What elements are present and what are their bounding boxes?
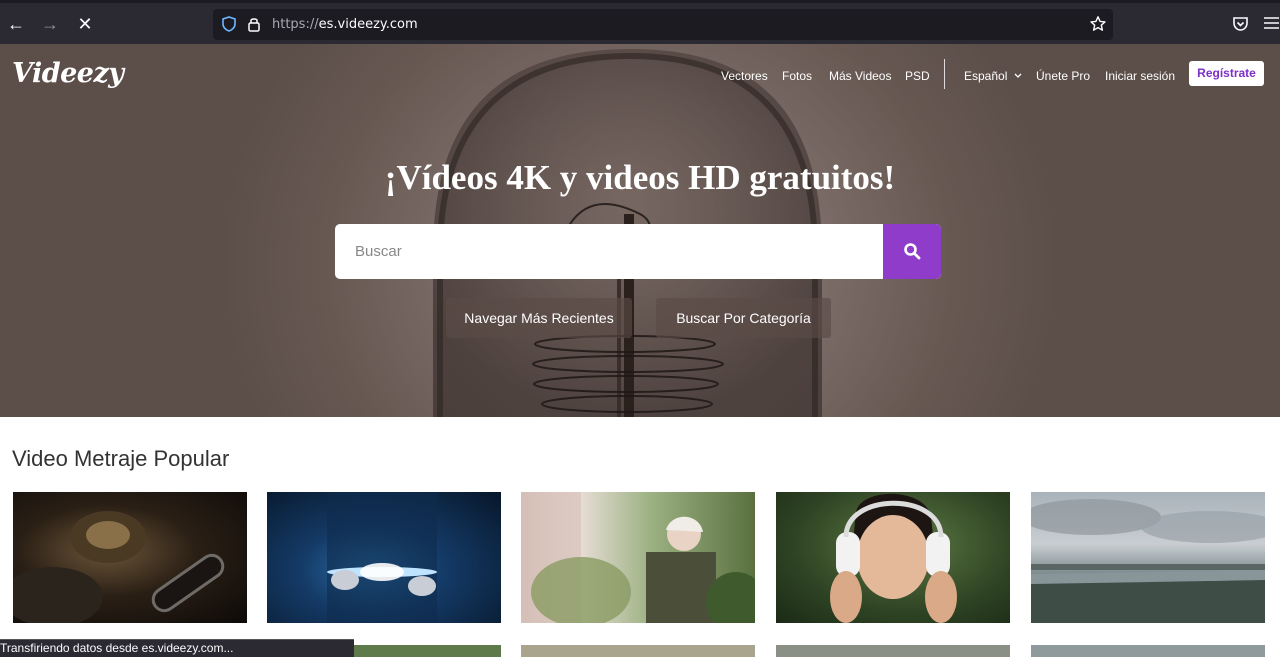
- language-dropdown[interactable]: Español: [964, 69, 1022, 83]
- chevron-down-icon: [1014, 73, 1022, 78]
- nav-unete-pro[interactable]: Únete Pro: [1036, 69, 1090, 83]
- search-input[interactable]: [335, 224, 883, 279]
- register-button[interactable]: Regístrate: [1189, 61, 1264, 86]
- bookmark-star-icon[interactable]: [1089, 15, 1107, 33]
- search-button[interactable]: [883, 224, 941, 279]
- nav-psd[interactable]: PSD: [905, 69, 930, 83]
- nav-iniciar-sesion[interactable]: Iniciar sesión: [1105, 69, 1175, 83]
- thumbnail-image: [521, 492, 755, 623]
- url-text[interactable]: https://es.videezy.com: [272, 17, 418, 32]
- back-arrow-icon[interactable]: ←: [4, 12, 28, 36]
- video-thumbnail[interactable]: [1031, 645, 1265, 657]
- lock-icon[interactable]: [247, 16, 261, 32]
- nav-vectores[interactable]: Vectores: [721, 69, 768, 83]
- pocket-icon[interactable]: [1232, 16, 1249, 32]
- nav-mas-videos[interactable]: Más Videos: [829, 69, 891, 83]
- search-icon: [904, 243, 921, 260]
- thumbnail-image: [13, 511, 225, 623]
- language-label: Español: [964, 69, 1008, 83]
- videezy-logo[interactable]: Videezy: [12, 58, 124, 89]
- video-thumbnail[interactable]: [776, 492, 1010, 623]
- video-thumbnail[interactable]: [776, 645, 1010, 657]
- tracking-shield-icon[interactable]: [221, 16, 237, 32]
- stop-loading-icon[interactable]: ✕: [73, 12, 97, 36]
- nav-divider: [944, 59, 945, 89]
- browser-toolbar: ← → ✕ https://es.videezy.com: [0, 0, 1280, 44]
- video-thumbnail[interactable]: [521, 492, 755, 623]
- browse-recent-button[interactable]: Navegar Más Recientes: [446, 298, 632, 338]
- search-box: [335, 224, 941, 279]
- video-thumbnail[interactable]: [13, 492, 247, 623]
- video-thumbnail[interactable]: [521, 645, 755, 657]
- address-bar[interactable]: https://es.videezy.com: [213, 9, 1113, 40]
- browse-category-button[interactable]: Buscar Por Categoría: [656, 298, 831, 338]
- hero-headline: ¡Vídeos 4K y videos HD gratuitos!: [384, 158, 896, 197]
- hamburger-menu-icon[interactable]: [1263, 15, 1280, 31]
- video-thumbnail[interactable]: [1031, 492, 1265, 623]
- hero-banner: Videezy Vectores Fotos Más Videos PSD Es…: [0, 44, 1280, 417]
- thumbnail-image: [1031, 499, 1265, 623]
- forward-arrow-icon[interactable]: →: [38, 12, 62, 36]
- nav-fotos[interactable]: Fotos: [782, 69, 812, 83]
- thumbnail-image: [327, 492, 437, 623]
- section-title: Video Metraje Popular: [12, 446, 230, 471]
- video-thumbnail[interactable]: [267, 492, 501, 623]
- thumbnail-image: [830, 493, 957, 623]
- browser-status-text: Transfiriendo datos desde es.videezy.com…: [0, 639, 354, 657]
